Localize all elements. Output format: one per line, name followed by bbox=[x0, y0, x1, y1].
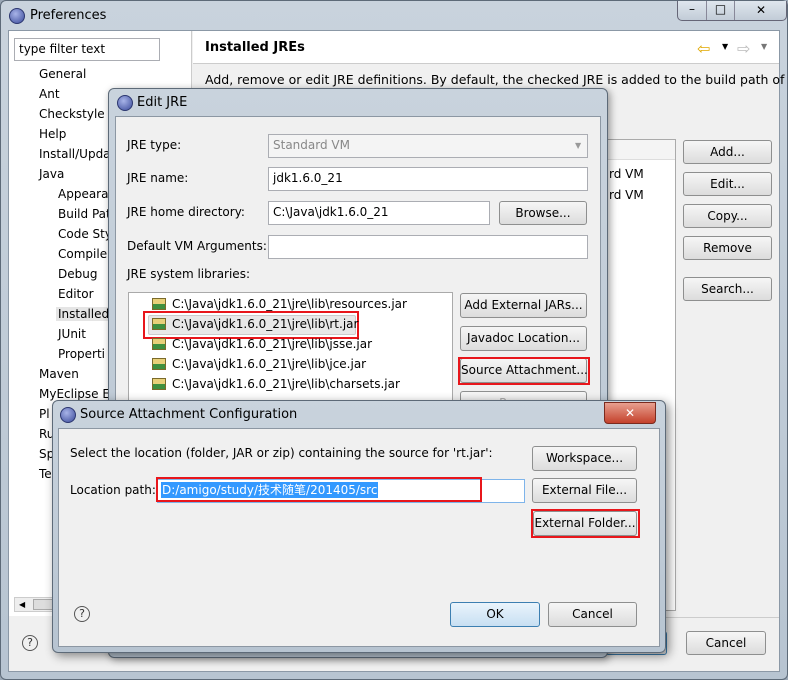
workspace-button[interactable]: Workspace... bbox=[532, 446, 637, 471]
vm-args-label: Default VM Arguments: bbox=[127, 239, 267, 253]
edit-button[interactable]: Edit... bbox=[683, 172, 772, 196]
libraries-label: JRE system libraries: bbox=[127, 267, 250, 281]
tree-item[interactable]: Ant bbox=[39, 87, 60, 101]
workspace-label: Workspace... bbox=[545, 451, 624, 465]
tree-item[interactable]: General bbox=[39, 67, 86, 81]
tree-horizontal-scrollbar[interactable]: ◀ bbox=[14, 597, 54, 612]
tree-item[interactable]: JUnit bbox=[58, 327, 86, 341]
minimize-button[interactable]: – bbox=[678, 1, 706, 20]
table-row[interactable]: rd VM bbox=[609, 167, 644, 181]
page-title: Installed JREs bbox=[205, 40, 305, 55]
remove-button[interactable]: Remove bbox=[683, 236, 772, 260]
scrollbar-thumb[interactable] bbox=[33, 599, 53, 610]
jar-icon bbox=[152, 318, 166, 330]
library-item[interactable]: C:\Java\jdk1.6.0_21\jre\lib\jce.jar bbox=[152, 357, 366, 371]
jre-name-input[interactable]: jdk1.6.0_21 bbox=[268, 167, 588, 191]
window-title: Preferences bbox=[30, 8, 107, 23]
maximize-button[interactable]: □ bbox=[706, 1, 734, 20]
library-item[interactable]: C:\Java\jdk1.6.0_21\jre\lib\rt.jar bbox=[152, 317, 358, 331]
back-arrow-icon[interactable]: ⇦ bbox=[697, 39, 710, 58]
tree-item[interactable]: Properti bbox=[58, 347, 105, 361]
jar-icon bbox=[152, 298, 166, 310]
browse-button[interactable]: Browse... bbox=[499, 201, 587, 225]
help-icon[interactable]: ? bbox=[22, 635, 38, 651]
jre-home-input[interactable]: C:\Java\jdk1.6.0_21 bbox=[268, 201, 490, 225]
jar-icon bbox=[152, 358, 166, 370]
help-icon[interactable]: ? bbox=[74, 606, 90, 622]
ok-button[interactable]: OK bbox=[450, 602, 540, 627]
search-button[interactable]: Search... bbox=[683, 277, 772, 301]
location-path-annotation bbox=[156, 477, 482, 502]
source-dialog-title: Source Attachment Configuration bbox=[80, 407, 298, 422]
jar-icon bbox=[152, 338, 166, 350]
jre-type-label: JRE type: bbox=[127, 138, 182, 152]
tree-item[interactable]: Installed bbox=[56, 307, 112, 321]
tree-item[interactable]: Maven bbox=[39, 367, 79, 381]
tree-item[interactable]: Checkstyle bbox=[39, 107, 105, 121]
library-path: C:\Java\jdk1.6.0_21\jre\lib\rt.jar bbox=[172, 317, 359, 331]
scroll-left-icon[interactable]: ◀ bbox=[19, 598, 25, 611]
library-item[interactable]: C:\Java\jdk1.6.0_21\jre\lib\charsets.jar bbox=[152, 377, 400, 391]
source-prompt: Select the location (folder, JAR or zip)… bbox=[70, 446, 493, 460]
eclipse-logo-icon bbox=[60, 407, 76, 423]
external-file-button[interactable]: External File... bbox=[532, 478, 637, 503]
eclipse-logo-icon bbox=[9, 8, 25, 24]
tree-item[interactable]: Compiler bbox=[58, 247, 112, 261]
javadoc-location-button[interactable]: Javadoc Location... bbox=[460, 326, 587, 351]
library-path: C:\Java\jdk1.6.0_21\jre\lib\jsse.jar bbox=[172, 337, 373, 351]
location-path-label: Location path: bbox=[70, 483, 156, 497]
tree-item[interactable]: Help bbox=[39, 127, 66, 141]
tree-item[interactable]: MyEclipse E bbox=[39, 387, 110, 401]
tree-item[interactable]: Code Sty bbox=[58, 227, 112, 241]
tree-item[interactable]: Pl bbox=[39, 407, 50, 421]
tree-item[interactable]: Java bbox=[39, 167, 64, 181]
filter-input[interactable]: type filter text bbox=[14, 38, 160, 61]
vm-args-input[interactable] bbox=[268, 235, 588, 259]
tree-item[interactable]: Te bbox=[39, 467, 52, 481]
dialog-close-button[interactable]: ✕ bbox=[604, 402, 656, 424]
library-item[interactable]: C:\Java\jdk1.6.0_21\jre\lib\resources.ja… bbox=[152, 297, 407, 311]
library-path: C:\Java\jdk1.6.0_21\jre\lib\jce.jar bbox=[172, 357, 367, 371]
forward-arrow-icon[interactable]: ⇨ bbox=[737, 39, 750, 58]
add-external-jars-button[interactable]: Add External JARs... bbox=[460, 293, 587, 318]
jar-icon bbox=[152, 378, 166, 390]
eclipse-logo-icon bbox=[117, 95, 133, 111]
copy-button[interactable]: Copy... bbox=[683, 204, 772, 228]
jre-type-select[interactable]: Standard VM bbox=[268, 134, 588, 158]
tree-item[interactable]: Build Pat bbox=[58, 207, 111, 221]
forward-menu-icon[interactable]: ▼ bbox=[761, 42, 767, 51]
jre-name-label: JRE name: bbox=[127, 171, 189, 185]
library-path: C:\Java\jdk1.6.0_21\jre\lib\resources.ja… bbox=[172, 297, 407, 311]
library-item[interactable]: C:\Java\jdk1.6.0_21\jre\lib\jsse.jar bbox=[152, 337, 372, 351]
jre-home-label: JRE home directory: bbox=[127, 205, 245, 219]
back-menu-icon[interactable]: ▼ bbox=[722, 42, 728, 51]
table-header bbox=[601, 140, 675, 160]
chevron-down-icon: ▼ bbox=[575, 141, 582, 150]
window-controls: – □ ✕ bbox=[677, 1, 787, 21]
tree-item[interactable]: Install/Upda bbox=[39, 147, 111, 161]
tree-item[interactable]: Appeara bbox=[58, 187, 108, 201]
add-button[interactable]: Add... bbox=[683, 140, 772, 164]
table-row[interactable]: rd VM bbox=[609, 188, 644, 202]
tree-item[interactable]: Editor bbox=[58, 287, 94, 301]
cancel-button[interactable]: Cancel bbox=[548, 602, 637, 627]
preferences-cancel-button[interactable]: Cancel bbox=[686, 631, 766, 655]
tree-item[interactable]: Debug bbox=[58, 267, 97, 281]
source-attachment-annotation bbox=[458, 357, 590, 385]
edit-jre-title: Edit JRE bbox=[137, 95, 188, 110]
library-path: C:\Java\jdk1.6.0_21\jre\lib\charsets.jar bbox=[172, 377, 400, 391]
page-description: Add, remove or edit JRE definitions. By … bbox=[205, 72, 785, 87]
close-button[interactable]: ✕ bbox=[734, 1, 787, 20]
external-folder-annotation bbox=[531, 509, 640, 538]
